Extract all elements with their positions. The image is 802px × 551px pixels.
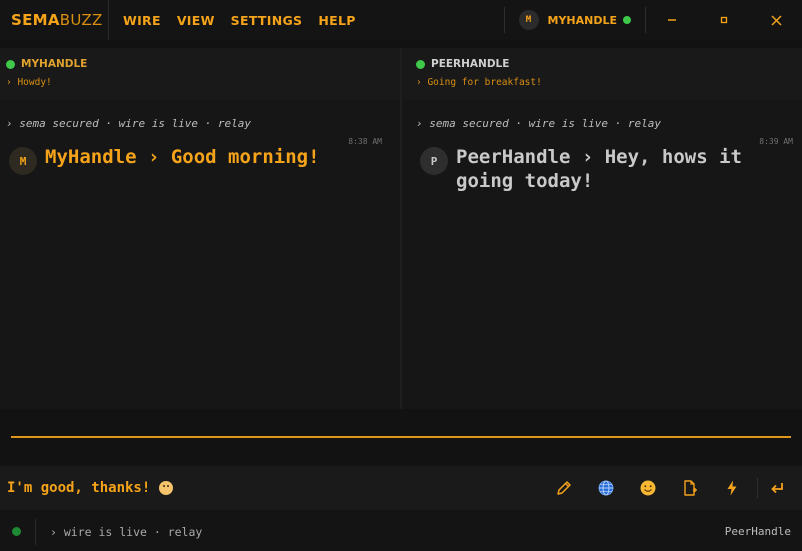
message-time: 8:38 AM [348,137,382,146]
message-time: 8:39 AM [759,137,793,146]
pane-header: MYHANDLE › Howdy! [0,48,400,100]
emoji-button[interactable] [627,473,669,503]
account-name: MYHANDLE [547,13,618,27]
chat-pane-myhandle[interactable]: MYHANDLE › Howdy! › sema secured · wire … [0,48,400,409]
menu-bar: WIRE VIEW SETTINGS HELP [109,13,364,28]
globe-icon [598,480,614,496]
divider [35,518,36,545]
divider [757,478,758,498]
account-button[interactable]: M MYHANDLE [505,0,646,40]
avatar: M [9,147,37,175]
message: M MyHandle › Good morning! 8:38 AM [0,137,400,175]
chat-pane-peerhandle[interactable]: PEERHANDLE › Going for breakfast! › sema… [402,48,802,409]
pane-header: PEERHANDLE › Going for breakfast! [402,48,802,100]
file-icon [684,480,697,496]
globe-button[interactable] [585,473,627,503]
status-text: › wire is live · relay [50,524,203,539]
close-icon [770,14,782,26]
maximize-icon [720,16,728,24]
account-avatar: M [518,10,539,30]
online-status-icon [623,16,631,24]
composer-toolbar [543,473,802,503]
online-status-icon [416,59,425,69]
pane-title: PEERHANDLE [416,58,802,70]
logo-text-sema: SEMA [11,11,60,29]
minimize-icon [668,19,676,21]
pencil-button[interactable] [543,473,585,503]
message-text: PeerHandle › Hey, hows it going today! [456,146,742,192]
message-input[interactable]: I'm good, thanks! [0,480,543,496]
close-button[interactable] [750,0,802,40]
smiley-icon [640,480,656,496]
bolt-button[interactable] [711,473,753,503]
status-peer-name: PeerHandle [724,525,791,538]
smiley-emoji-icon [159,481,174,495]
menu-settings[interactable]: SETTINGS [223,13,311,28]
pencil-icon [557,481,571,495]
logo-text-buzz: BUZZ [59,11,103,29]
message-input-text: I'm good, thanks! [7,480,151,496]
top-right-area: M MYHANDLE [503,0,802,40]
send-button[interactable] [762,473,792,503]
menu-view[interactable]: VIEW [169,13,223,28]
message-composer: I'm good, thanks! [0,466,802,510]
pane-title: MYHANDLE [6,58,400,70]
avatar: P [420,147,448,175]
message: P PeerHandle › Hey, hows it going today!… [402,137,802,193]
pane-title-text: PEERHANDLE [431,58,510,70]
bolt-icon [727,480,737,496]
window-controls [646,0,802,40]
menu-help[interactable]: HELP [310,13,363,28]
message-text: MyHandle › Good morning! [45,146,320,168]
system-message: › sema secured · wire is live · relay [416,117,662,130]
pane-status-message: › Howdy! [6,77,52,88]
send-icon [771,483,783,494]
title-bar: SEMA BUZZ WIRE VIEW SETTINGS HELP M MYHAN… [0,0,802,40]
composer-divider-line [11,436,791,438]
menu-wire[interactable]: WIRE [115,13,169,28]
status-bar: › wire is live · relay PeerHandle [0,512,802,551]
minimize-button[interactable] [646,0,698,40]
attach-file-button[interactable] [669,473,711,503]
connection-status-icon [12,527,21,536]
system-message: › sema secured · wire is live · relay [6,117,252,130]
pane-title-text: MYHANDLE [21,58,88,70]
maximize-button[interactable] [698,0,750,40]
app-logo: SEMA BUZZ [0,0,109,40]
online-status-icon [6,59,15,69]
pane-status-message: › Going for breakfast! [416,77,542,88]
